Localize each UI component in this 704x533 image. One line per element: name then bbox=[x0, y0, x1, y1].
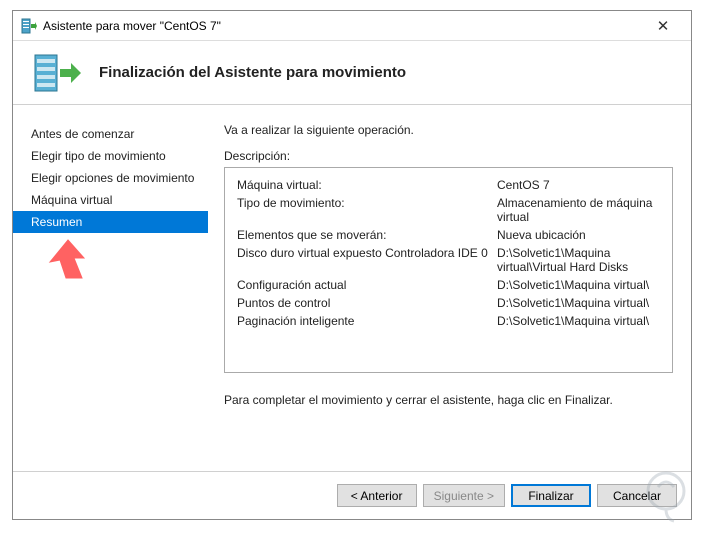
detail-val: D:\Solvetic1\Maquina virtual\ bbox=[497, 296, 660, 310]
detail-val: Almacenamiento de máquina virtual bbox=[497, 196, 660, 224]
detail-key: Paginación inteligente bbox=[237, 314, 497, 328]
detail-key: Máquina virtual: bbox=[237, 178, 497, 192]
detail-row: Elementos que se moverán:Nueva ubicación bbox=[237, 228, 660, 242]
detail-row: Puntos de controlD:\Solvetic1\Maquina vi… bbox=[237, 296, 660, 310]
server-move-icon bbox=[33, 51, 81, 95]
detail-val: D:\Solvetic1\Maquina virtual\Virtual Har… bbox=[497, 246, 660, 274]
app-icon bbox=[21, 18, 37, 34]
window-title: Asistente para mover "CentOS 7" bbox=[43, 19, 643, 33]
wizard-body: Antes de comenzar Elegir tipo de movimie… bbox=[13, 105, 691, 471]
detail-key: Disco duro virtual expuesto Controladora… bbox=[237, 246, 497, 274]
detail-row: Tipo de movimiento:Almacenamiento de máq… bbox=[237, 196, 660, 224]
detail-row: Disco duro virtual expuesto Controladora… bbox=[237, 246, 660, 274]
sidebar-item-virtual-machine[interactable]: Máquina virtual bbox=[13, 189, 208, 211]
completion-instruction: Para completar el movimiento y cerrar el… bbox=[224, 393, 673, 407]
detail-key: Tipo de movimiento: bbox=[237, 196, 497, 224]
summary-details-box: Máquina virtual:CentOS 7 Tipo de movimie… bbox=[224, 167, 673, 373]
back-button[interactable]: < Anterior bbox=[337, 484, 417, 507]
pointer-arrow-callout bbox=[44, 238, 88, 282]
watermark-icon bbox=[638, 467, 694, 523]
intro-text: Va a realizar la siguiente operación. bbox=[224, 123, 673, 137]
detail-val: CentOS 7 bbox=[497, 178, 660, 192]
description-label: Descripción: bbox=[224, 149, 673, 163]
detail-row: Configuración actualD:\Solvetic1\Maquina… bbox=[237, 278, 660, 292]
sidebar-item-move-type[interactable]: Elegir tipo de movimiento bbox=[13, 145, 208, 167]
sidebar-item-summary[interactable]: Resumen bbox=[13, 211, 208, 233]
titlebar: Asistente para mover "CentOS 7" ✕ bbox=[13, 11, 691, 41]
next-button: Siguiente > bbox=[423, 484, 505, 507]
detail-val: D:\Solvetic1\Maquina virtual\ bbox=[497, 278, 660, 292]
detail-key: Puntos de control bbox=[237, 296, 497, 310]
detail-row: Máquina virtual:CentOS 7 bbox=[237, 178, 660, 192]
detail-row: Paginación inteligenteD:\Solvetic1\Maqui… bbox=[237, 314, 660, 328]
sidebar-item-move-options[interactable]: Elegir opciones de movimiento bbox=[13, 167, 208, 189]
wizard-header: Finalización del Asistente para movimien… bbox=[13, 41, 691, 105]
sidebar-item-before-start[interactable]: Antes de comenzar bbox=[13, 123, 208, 145]
close-button[interactable]: ✕ bbox=[643, 12, 683, 40]
detail-val: D:\Solvetic1\Maquina virtual\ bbox=[497, 314, 660, 328]
wizard-window: Asistente para mover "CentOS 7" ✕ Finali… bbox=[12, 10, 692, 520]
wizard-steps-sidebar: Antes de comenzar Elegir tipo de movimie… bbox=[13, 105, 208, 471]
wizard-content: Va a realizar la siguiente operación. De… bbox=[208, 105, 691, 471]
finish-button[interactable]: Finalizar bbox=[511, 484, 591, 507]
detail-key: Configuración actual bbox=[237, 278, 497, 292]
page-title: Finalización del Asistente para movimien… bbox=[99, 64, 406, 81]
close-icon: ✕ bbox=[657, 17, 670, 35]
detail-key: Elementos que se moverán: bbox=[237, 228, 497, 242]
detail-val: Nueva ubicación bbox=[497, 228, 660, 242]
wizard-footer: < Anterior Siguiente > Finalizar Cancela… bbox=[13, 471, 691, 519]
